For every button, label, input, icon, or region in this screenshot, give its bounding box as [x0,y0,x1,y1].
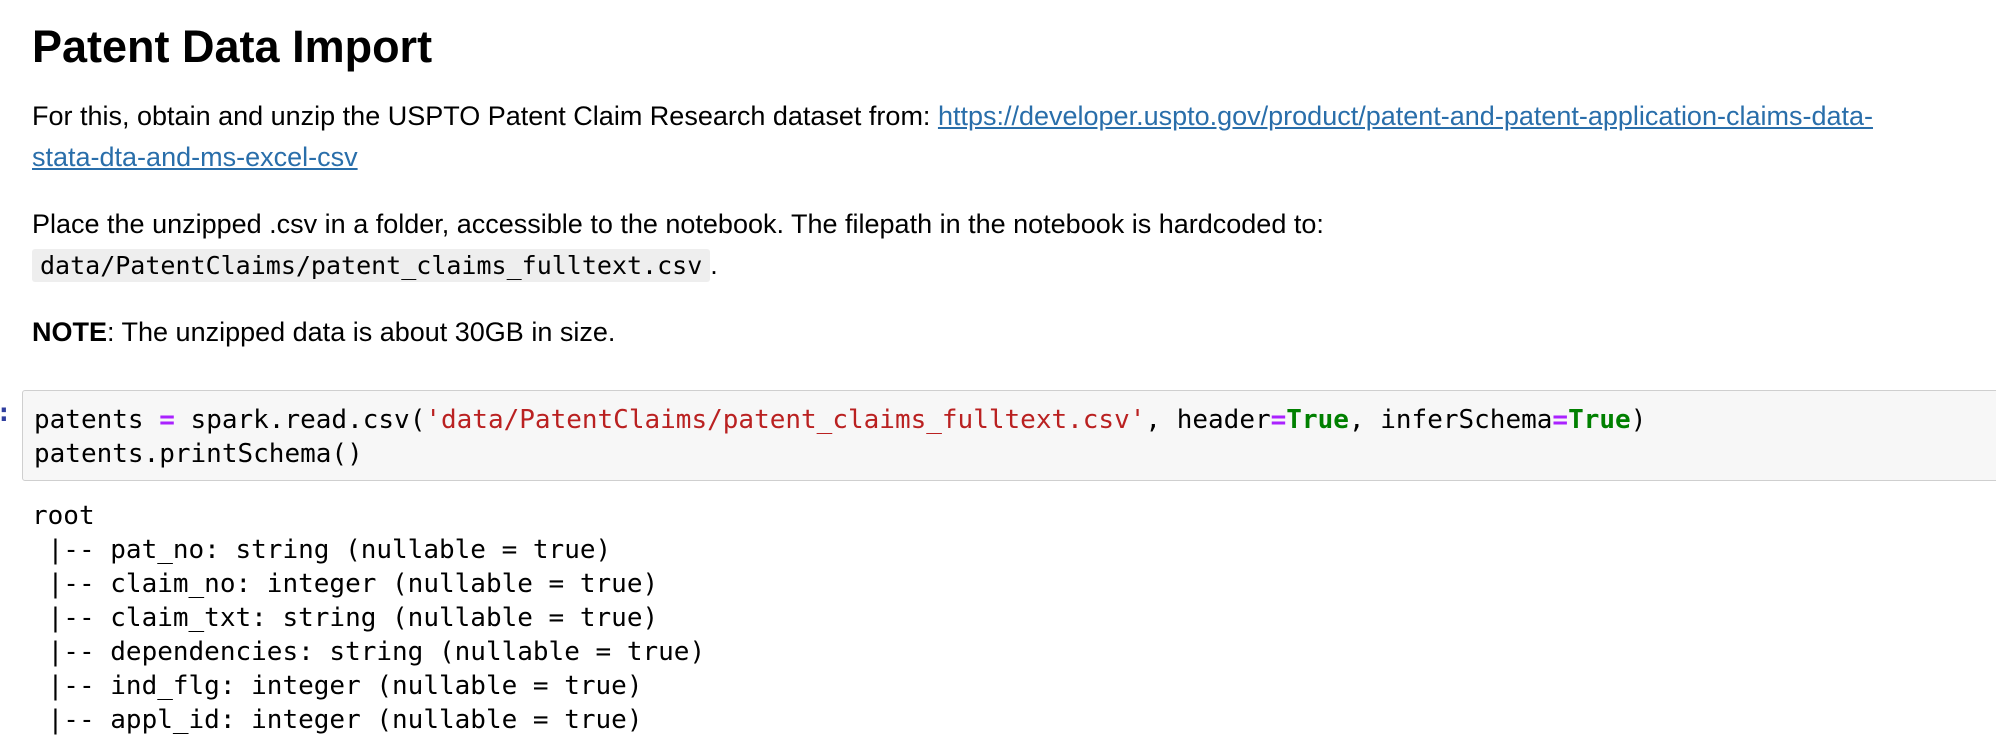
output-line: root [32,499,705,533]
code-token-keyword: True [1286,405,1349,435]
filepath-paragraph: Place the unzipped .csv in a folder, acc… [32,204,1324,286]
code-token: ) [1631,405,1647,435]
dataset-link-continued[interactable]: stata-dta-and-ms-excel-csv [32,142,358,172]
output-line: |-- pat_no: string (nullable = true) [32,533,705,567]
cell-output: root |-- pat_no: string (nullable = true… [32,499,705,737]
instructions-text: For this, obtain and unzip the USPTO Pat… [32,101,938,131]
code-token-operator: = [159,405,175,435]
code-token: patents [34,405,159,435]
code-token-keyword: True [1568,405,1631,435]
code-line: patents.printSchema() [34,439,363,469]
code-editor[interactable]: patents = spark.read.csv('data/PatentCla… [34,403,1646,471]
filepath-text: Place the unzipped .csv in a folder, acc… [32,209,1324,239]
note-label: NOTE [32,317,107,347]
instructions-paragraph: For this, obtain and unzip the USPTO Pat… [32,96,1873,178]
code-token: , inferSchema [1349,405,1553,435]
input-prompt: : [0,398,12,428]
output-line: |-- claim_no: integer (nullable = true) [32,567,705,601]
code-token-operator: = [1552,405,1568,435]
output-line: |-- claim_txt: string (nullable = true) [32,601,705,635]
filepath-period: . [710,250,718,280]
note-text: : The unzipped data is about 30GB in siz… [107,317,615,347]
dataset-link[interactable]: https://developer.uspto.gov/product/pate… [938,101,1873,131]
note-paragraph: NOTE: The unzipped data is about 30GB in… [32,312,615,353]
code-token-string: 'data/PatentClaims/patent_claims_fulltex… [425,405,1145,435]
code-token: , header [1145,405,1270,435]
output-line: |-- ind_flg: integer (nullable = true) [32,669,705,703]
code-input-cell[interactable]: patents = spark.read.csv('data/PatentCla… [22,390,1996,481]
filepath-code: data/PatentClaims/patent_claims_fulltext… [32,249,710,282]
code-token: spark.read.csv( [175,405,425,435]
output-line: |-- dependencies: string (nullable = tru… [32,635,705,669]
code-token-operator: = [1271,405,1287,435]
output-line: |-- appl_id: integer (nullable = true) [32,703,705,737]
section-heading: Patent Data Import [32,20,432,74]
